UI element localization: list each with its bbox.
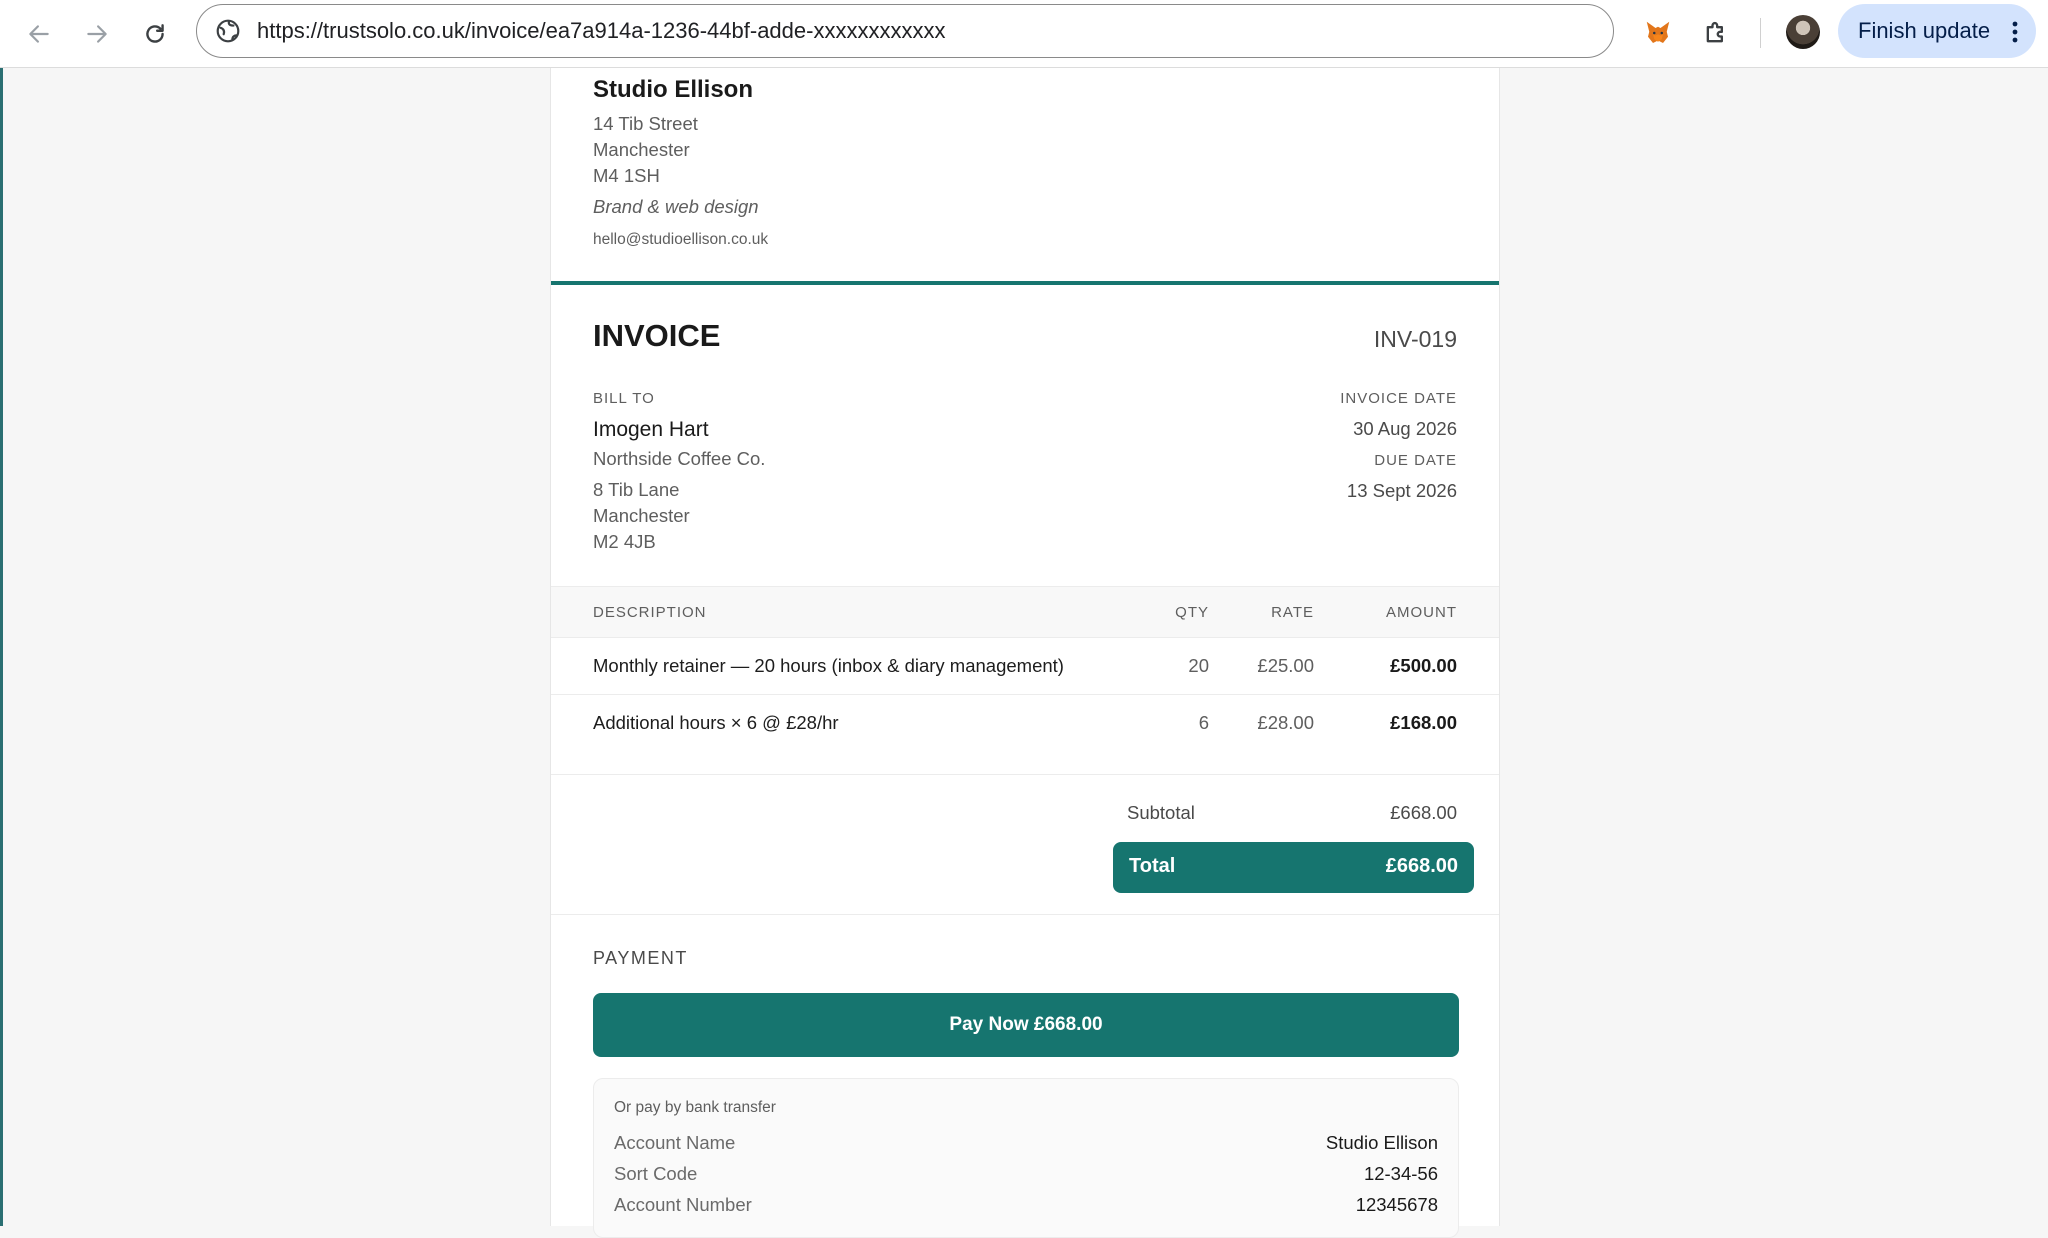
line-item-qty: 6: [1198, 712, 1209, 733]
subtotal-label: Subtotal: [1127, 802, 1195, 823]
due-date: 13 Sept 2026: [1346, 480, 1457, 501]
invoice-sheet: Studio Ellison 14 Tib Street Manchester …: [550, 68, 1500, 1238]
client-name: Imogen Hart: [593, 418, 709, 441]
client-address-line: M2 4JB: [593, 531, 656, 552]
invoice-number: INV-019: [1373, 326, 1457, 352]
bank-detail-value: 12-34-56: [1363, 1163, 1438, 1184]
puzzle-icon: [1706, 21, 1723, 43]
business-email: hello@studioellison.co.uk: [593, 231, 769, 248]
site-info-icon[interactable]: [215, 18, 241, 44]
business-address-line: M4 1SH: [593, 165, 660, 186]
subtotal-value: £668.00: [1390, 802, 1457, 823]
business-address-line: 14 Tib Street: [593, 113, 698, 134]
url-text[interactable]: https://trustsolo.co.uk/invoice/ea7a914a…: [257, 5, 945, 56]
line-item-amount: £168.00: [1390, 712, 1457, 733]
bank-detail-label: Sort Code: [614, 1163, 698, 1184]
line-item-rate: £28.00: [1257, 712, 1314, 733]
client-address-line: 8 Tib Lane: [593, 479, 680, 500]
profile-avatar[interactable]: [1786, 15, 1820, 49]
toolbar-divider: [1760, 18, 1761, 48]
pay-now-button[interactable]: Pay Now £668.00: [593, 993, 1459, 1057]
fox-icon: [1646, 21, 1670, 43]
bank-transfer-intro: Or pay by bank transfer: [614, 1099, 776, 1116]
more-vert-icon: [2012, 21, 2018, 43]
finish-update-button[interactable]: Finish update: [1838, 4, 2036, 58]
business-name: Studio Ellison: [593, 76, 753, 103]
business-address-line: Manchester: [593, 139, 690, 160]
extensions-button[interactable]: [1696, 13, 1736, 53]
client-company: Northside Coffee Co.: [593, 448, 766, 469]
column-header-qty: QTY: [1175, 604, 1209, 621]
line-items-header: DESCRIPTION QTY RATE AMOUNT: [551, 586, 1499, 638]
header-accent-rule: [551, 281, 1499, 285]
line-item-rate: £25.00: [1257, 655, 1314, 676]
reload-button[interactable]: [133, 12, 177, 56]
bank-detail-value: 12345678: [1355, 1194, 1438, 1215]
arrow-right-icon: [87, 25, 107, 43]
browser-toolbar: https://trustsolo.co.uk/invoice/ea7a914a…: [0, 0, 2048, 68]
bank-detail-value: Studio Ellison: [1325, 1132, 1438, 1153]
address-bar[interactable]: https://trustsolo.co.uk/invoice/ea7a914a…: [196, 4, 1614, 58]
invoice-date-label: INVOICE DATE: [1340, 390, 1457, 407]
forward-button[interactable]: [75, 12, 119, 56]
reload-icon: [146, 24, 164, 43]
total-box: Total £668.00: [1113, 842, 1474, 893]
metamask-extension-button[interactable]: [1638, 13, 1678, 53]
section-divider: [551, 774, 1499, 775]
column-header-rate: RATE: [1271, 604, 1314, 621]
invoice-date: 30 Aug 2026: [1353, 418, 1457, 439]
payment-heading: PAYMENT: [593, 948, 688, 968]
bank-detail-label: Account Name: [614, 1132, 736, 1153]
column-header-description: DESCRIPTION: [593, 604, 707, 621]
column-header-amount: AMOUNT: [1386, 604, 1457, 621]
total-value: £668.00: [1385, 855, 1458, 877]
line-item-description: Additional hours × 6 @ £28/hr: [593, 712, 839, 733]
bank-detail-label: Account Number: [614, 1194, 752, 1215]
line-item-row: Monthly retainer — 20 hours (inbox & dia…: [551, 638, 1499, 695]
bank-transfer-card: Or pay by bank transfer Account Name Stu…: [593, 1078, 1459, 1238]
total-label: Total: [1129, 855, 1176, 877]
finish-update-label: Finish update: [1858, 18, 1991, 43]
section-divider: [551, 914, 1499, 915]
invoice-title: INVOICE: [593, 318, 721, 353]
line-item-qty: 20: [1188, 655, 1209, 676]
client-address-line: Manchester: [593, 505, 690, 526]
line-item-row: Additional hours × 6 @ £28/hr 6 £28.00 £…: [551, 695, 1499, 752]
arrow-left-icon: [29, 25, 49, 43]
window-edge: [0, 68, 3, 1226]
business-tagline: Brand & web design: [593, 196, 759, 217]
due-date-label: DUE DATE: [1374, 452, 1457, 469]
line-item-description: Monthly retainer — 20 hours (inbox & dia…: [593, 655, 1064, 676]
line-item-amount: £500.00: [1390, 655, 1457, 676]
bill-to-label: BILL TO: [593, 390, 655, 407]
back-button[interactable]: [17, 12, 61, 56]
